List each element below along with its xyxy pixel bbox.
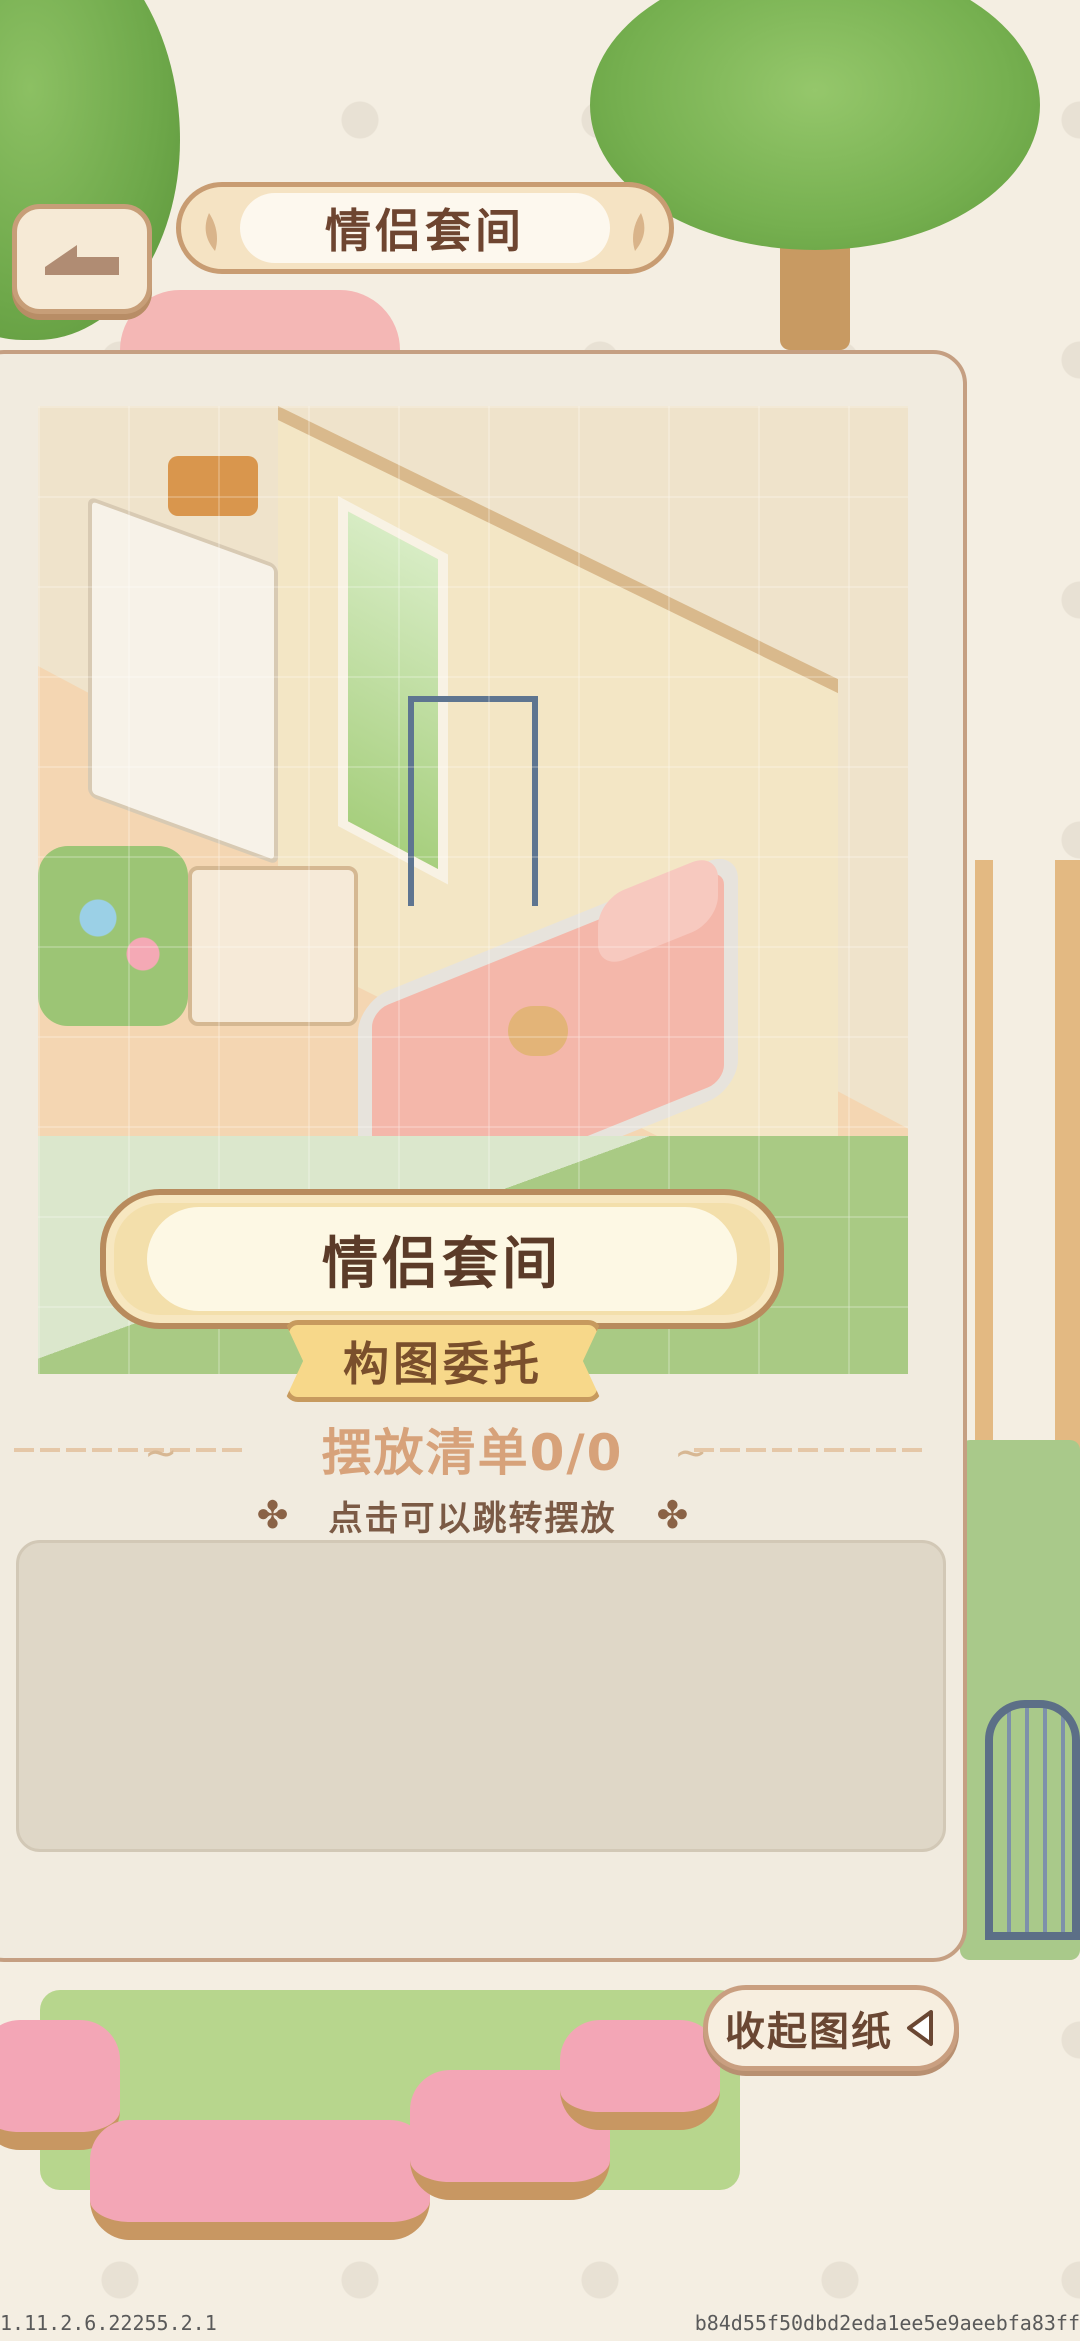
divider-left xyxy=(14,1448,244,1452)
swirl-right-icon: ~ xyxy=(674,1430,708,1476)
pink-hedge xyxy=(90,2120,430,2240)
triangle-left-icon xyxy=(907,2010,933,2046)
page-title-plate: 情侣套间 xyxy=(176,182,674,274)
commission-label: 构图委托 xyxy=(343,1337,543,1391)
collapse-blueprint-label: 收起图纸 xyxy=(725,2009,893,2055)
room-name-plate: 情侣套间 xyxy=(100,1189,784,1329)
page-title: 情侣套间 xyxy=(325,204,525,258)
clover-left-icon: ✤ xyxy=(256,1493,289,1537)
iron-gate xyxy=(985,1700,1080,1940)
laurel-right-icon xyxy=(633,213,645,251)
placement-list-header: ~ 摆放清单0/0 ~ xyxy=(0,1414,963,1484)
divider-right xyxy=(694,1448,924,1452)
commission-ribbon: 构图委托 xyxy=(284,1320,602,1402)
wooden-fence xyxy=(975,860,1080,1480)
placement-hint-text: 点击可以跳转摆放 xyxy=(328,1498,617,1539)
placement-list-title: 摆放清单0/0 xyxy=(321,1424,624,1482)
room-name: 情侣套间 xyxy=(322,1231,562,1297)
pink-hedge xyxy=(560,2020,720,2130)
build-hash-label: b84d55f50dbd2eda1ee5e9aeebfa83ff xyxy=(694,2311,1080,2335)
laurel-left-icon xyxy=(205,213,217,251)
back-arrow-icon xyxy=(45,245,119,275)
swirl-left-icon: ~ xyxy=(144,1430,178,1476)
back-button[interactable] xyxy=(12,204,152,314)
clover-right-icon: ✤ xyxy=(656,1493,689,1537)
blueprint-card: 情侣套间 构图委托 ~ 摆放清单0/0 ~ ✤ 点击可以跳转摆放 ✤ xyxy=(0,350,967,1962)
version-label: 1.11.2.6.22255.2.1 xyxy=(0,2311,217,2335)
placement-list[interactable] xyxy=(16,1540,946,1852)
collapse-blueprint-button[interactable]: 收起图纸 xyxy=(703,1985,959,2071)
placement-hint: ✤ 点击可以跳转摆放 ✤ xyxy=(0,1490,963,1540)
